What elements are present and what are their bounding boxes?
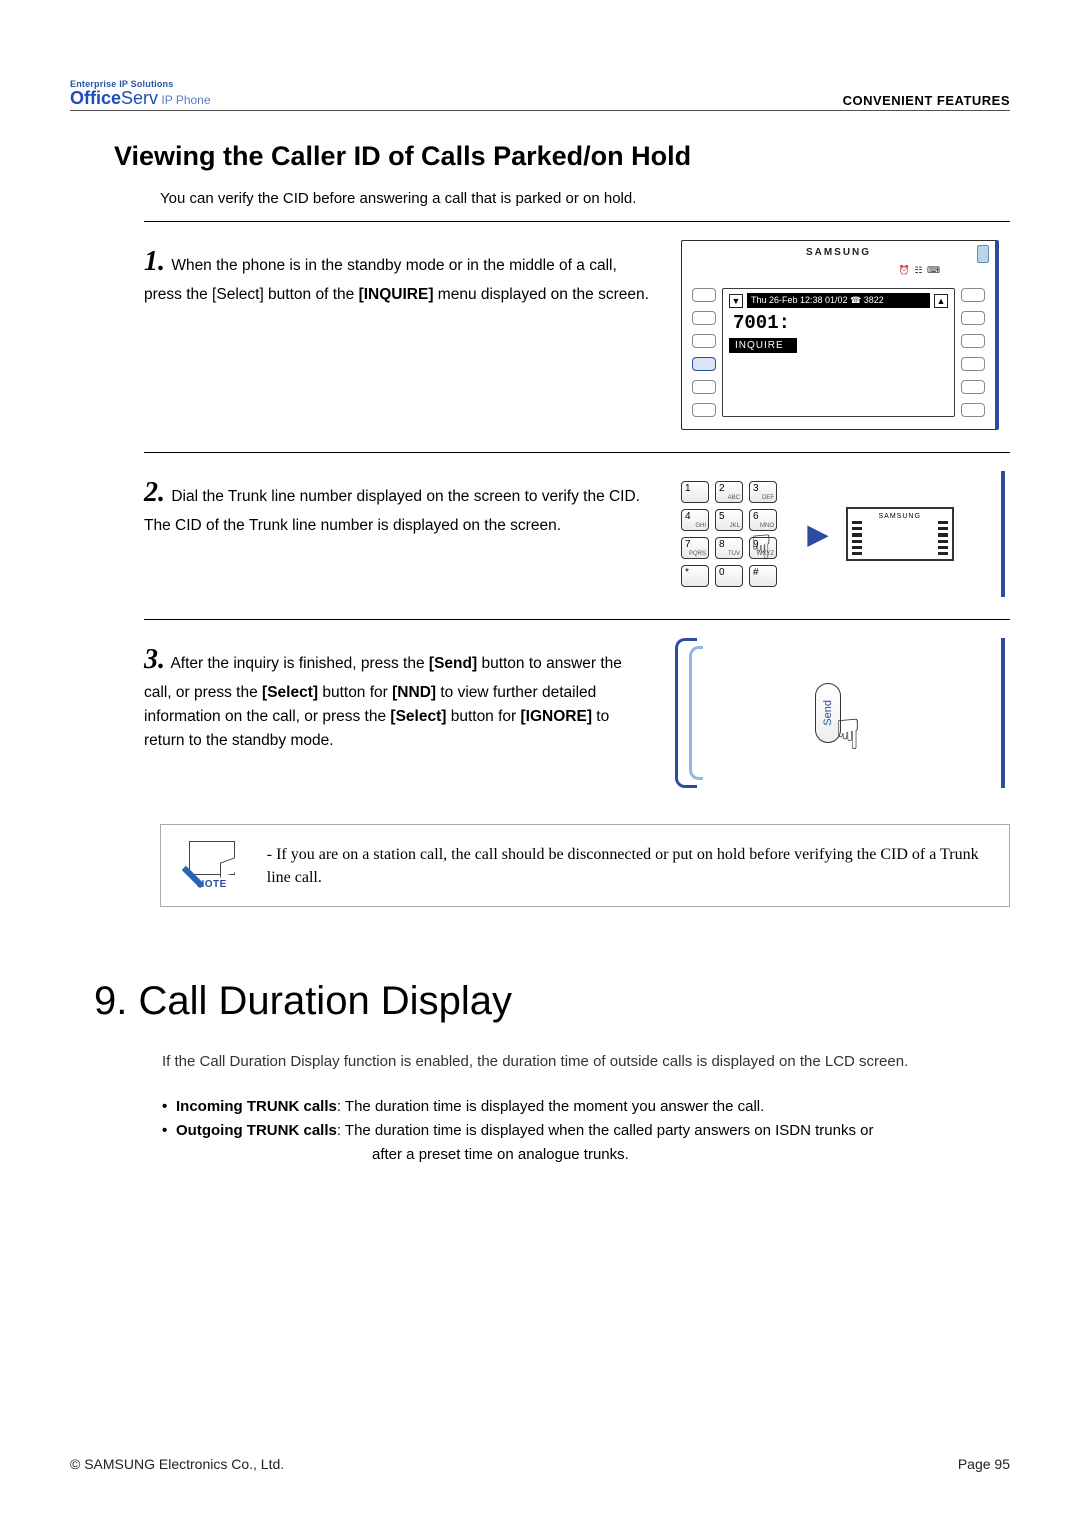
keypad-key: 4GHI xyxy=(681,509,709,531)
header-section-label: CONVENIENT FEATURES xyxy=(843,93,1010,108)
bracket-icon xyxy=(689,646,703,780)
page-footer: © SAMSUNG Electronics Co., Ltd. Page 95 xyxy=(70,1456,1010,1472)
softkey xyxy=(961,288,985,302)
mini-lcd: SAMSUNG xyxy=(846,507,954,561)
keypad-key: # xyxy=(749,565,777,587)
step-2-text: 2 Dial the Trunk line number displayed o… xyxy=(144,471,650,597)
softkey xyxy=(692,380,716,394)
arrow-right-icon: ▶ xyxy=(808,519,828,550)
send-button-label: Send xyxy=(822,700,834,726)
lcd-inquire-menu: INQUIRE xyxy=(729,338,797,353)
divider xyxy=(144,452,1010,453)
softkey xyxy=(961,311,985,325)
step-3-figure: Send ☟ xyxy=(670,638,1010,788)
note-label: NOTE xyxy=(179,879,245,890)
hand-pointer-icon: ☟ xyxy=(751,528,772,568)
divider xyxy=(144,619,1010,620)
keypad-key: 2ABC xyxy=(715,481,743,503)
lcd-extension: 7001: xyxy=(729,312,948,334)
step-3-number: 3 xyxy=(144,644,165,675)
keypad-key: * xyxy=(681,565,709,587)
keypad-key: 0 xyxy=(715,565,743,587)
step-1: 1 When the phone is in the standby mode … xyxy=(144,240,1010,430)
keypad-key: 8TUV xyxy=(715,537,743,559)
step-3: 3 After the inquiry is finished, press t… xyxy=(144,638,1010,788)
note-box: NOTE - If you are on a station call, the… xyxy=(160,824,1010,907)
softkey-col-left xyxy=(692,288,716,417)
softkey xyxy=(961,334,985,348)
softkey xyxy=(961,403,985,417)
page-header: Enterprise IP Solutions OfficeServ IP Ph… xyxy=(70,80,1010,111)
step-2-number: 2 xyxy=(144,477,165,508)
bullet-incoming: • Incoming TRUNK calls : The duration ti… xyxy=(162,1095,1010,1119)
phone-status-icons: ⏰ ☷ ⌨ xyxy=(899,265,941,276)
keypad-key: 7PQRS xyxy=(681,537,709,559)
phone-mock: SAMSUNG ⏰ ☷ ⌨ ▼ Thu 26-Feb 12:38 01/02 ☎… xyxy=(681,240,999,430)
softkey xyxy=(961,357,985,371)
lcd-title-bar: Thu 26-Feb 12:38 01/02 ☎ 3822 xyxy=(747,293,930,308)
lcd-up-arrow-icon: ▲ xyxy=(934,294,948,308)
bullet-outgoing: • Outgoing TRUNK calls : The duration ti… xyxy=(162,1119,1010,1143)
chapter-intro: If the Call Duration Display function is… xyxy=(162,1050,1010,1073)
brand-office: Office xyxy=(70,88,121,108)
lcd-down-arrow-icon: ▼ xyxy=(729,294,743,308)
step-3-text: 3 After the inquiry is finished, press t… xyxy=(144,638,650,788)
softkey xyxy=(692,403,716,417)
mini-lcd-label: SAMSUNG xyxy=(879,513,921,555)
footer-copyright: © SAMSUNG Electronics Co., Ltd. xyxy=(70,1456,284,1472)
step-1-figure: SAMSUNG ⏰ ☷ ⌨ ▼ Thu 26-Feb 12:38 01/02 ☎… xyxy=(670,240,1010,430)
hand-pointer-icon: ☟ xyxy=(835,710,861,759)
keypad-key: 5JKL xyxy=(715,509,743,531)
step-1-text: 1 When the phone is in the standby mode … xyxy=(144,240,650,430)
softkey xyxy=(692,288,716,302)
softkey xyxy=(692,334,716,348)
bullet-outgoing-cont: after a preset time on analogue trunks. xyxy=(372,1143,1010,1167)
keypad-key: 1 xyxy=(681,481,709,503)
divider xyxy=(144,221,1010,222)
step-2: 2 Dial the Trunk line number displayed o… xyxy=(144,471,1010,597)
product-brand: Enterprise IP Solutions OfficeServ IP Ph… xyxy=(70,80,211,108)
step-2-figure: 1 2ABC 3DEF 4GHI 5JKL 6MNO 7PQRS 8TUV 9W… xyxy=(670,471,1010,597)
section-title: Viewing the Caller ID of Calls Parked/on… xyxy=(114,141,1010,172)
note-text: - If you are on a station call, the call… xyxy=(267,841,991,889)
brand-ipphone: IP Phone xyxy=(158,93,211,107)
section-intro: You can verify the CID before answering … xyxy=(160,190,1010,207)
softkey-col-right xyxy=(961,288,985,417)
step-1-number: 1 xyxy=(144,246,165,277)
keypad-key: 3DEF xyxy=(749,481,777,503)
bullet-list: • Incoming TRUNK calls : The duration ti… xyxy=(162,1095,1010,1167)
phone-brand-label: SAMSUNG xyxy=(692,247,985,258)
softkey xyxy=(692,311,716,325)
brand-serv: Serv xyxy=(121,88,158,108)
softkey xyxy=(961,380,985,394)
phone-lcd: ▼ Thu 26-Feb 12:38 01/02 ☎ 3822 ▲ 7001: … xyxy=(722,288,955,417)
note-icon: NOTE xyxy=(179,841,245,890)
stylus-icon xyxy=(977,245,989,263)
chapter-title: 9. Call Duration Display xyxy=(94,979,1010,1024)
softkey-active xyxy=(692,357,716,371)
footer-page-number: Page 95 xyxy=(958,1456,1010,1472)
